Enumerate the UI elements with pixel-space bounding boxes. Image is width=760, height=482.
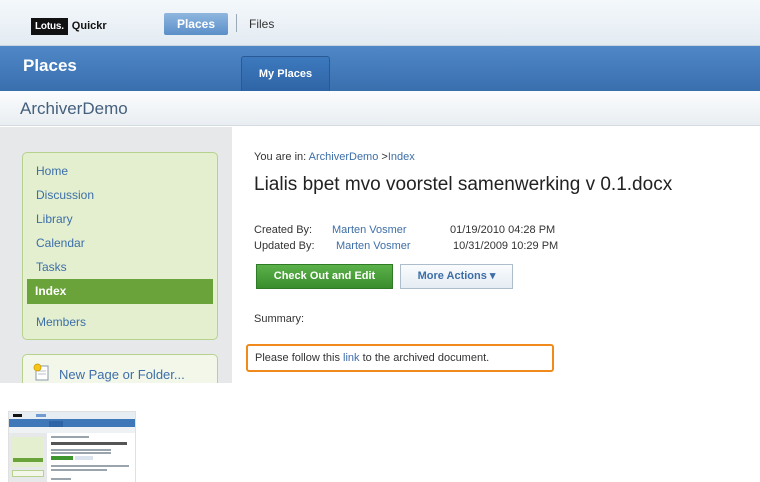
thumb-tab — [36, 414, 46, 417]
tab-my-places[interactable]: My Places — [241, 56, 330, 91]
main-content: You are in: ArchiverDemo >Index Lialis b… — [232, 127, 760, 383]
updated-by-label: Updated By: — [254, 240, 315, 252]
thumb-nav-active — [13, 458, 43, 462]
sidebar-item-tasks[interactable]: Tasks — [36, 260, 67, 274]
page-thumbnail — [8, 411, 136, 482]
notice-text-before: Please follow this — [255, 352, 344, 364]
notice-text: Please follow this link to the archived … — [255, 352, 489, 364]
new-page-icon — [33, 363, 49, 381]
notice-text-after: to the archived document. — [359, 352, 490, 364]
new-page-label: New Page or Folder... — [59, 367, 185, 382]
thumb-summary — [51, 478, 71, 480]
document-title: Lialis bpet mvo voorstel samenwerking v … — [254, 174, 673, 195]
places-band-title: Places — [23, 56, 77, 75]
breadcrumb-place-link[interactable]: ArchiverDemo — [309, 151, 379, 163]
sidebar-item-calendar[interactable]: Calendar — [36, 236, 85, 250]
check-out-and-edit-button[interactable]: Check Out and Edit — [256, 264, 393, 289]
logo-brand: Lotus. — [31, 17, 68, 35]
sidebar: Home Discussion Library Calendar Tasks I… — [0, 127, 232, 383]
breadcrumb: You are in: ArchiverDemo >Index — [254, 151, 415, 163]
archived-document-link[interactable]: link — [343, 352, 360, 364]
created-date: 01/19/2010 04:28 PM — [450, 224, 556, 236]
thumb-text-1 — [51, 465, 129, 467]
thumb-top-bar — [9, 412, 135, 419]
sidebar-item-home[interactable]: Home — [36, 164, 68, 178]
tab-places[interactable]: Places — [164, 13, 228, 35]
breadcrumb-index-link[interactable]: Index — [388, 151, 415, 163]
updated-by-user-link[interactable]: Marten Vosmer — [336, 240, 411, 252]
thumb-new-page — [12, 470, 44, 477]
new-page-or-folder-button[interactable]: New Page or Folder... — [22, 354, 218, 383]
quickr-screenshot: Lotus. Quickr Places Files Places My Pla… — [0, 0, 760, 383]
archived-document-notice: Please follow this link to the archived … — [246, 344, 554, 372]
sidebar-item-index[interactable]: Index — [27, 279, 213, 304]
thumb-more-actions — [75, 456, 93, 460]
place-header: ArchiverDemo — [0, 91, 760, 126]
tab-divider — [236, 14, 237, 32]
created-by-user-link[interactable]: Marten Vosmer — [332, 224, 407, 236]
thumb-checkout — [51, 456, 73, 460]
logo-product: Quickr — [71, 20, 107, 32]
breadcrumb-separator: > — [378, 151, 388, 163]
summary-label: Summary: — [254, 313, 305, 325]
updated-date: 10/31/2009 10:29 PM — [453, 240, 559, 252]
sidebar-item-members[interactable]: Members — [36, 315, 86, 329]
thumb-places-band — [9, 419, 135, 427]
sidebar-item-library[interactable]: Library — [36, 212, 73, 226]
place-title[interactable]: ArchiverDemo — [20, 99, 128, 119]
thumb-breadcrumb — [51, 436, 89, 438]
thumb-updated — [51, 452, 111, 454]
thumb-navigation — [12, 437, 44, 467]
tab-files[interactable]: Files — [249, 13, 274, 35]
created-by-label: Created By: — [254, 224, 313, 236]
breadcrumb-prefix: You are in: — [254, 151, 307, 163]
more-actions-button[interactable]: More Actions ▾ — [400, 264, 513, 289]
sidebar-item-discussion[interactable]: Discussion — [36, 188, 94, 202]
thumb-title — [51, 442, 127, 445]
sidebar-item-index-label: Index — [35, 284, 67, 298]
lotus-quickr-logo: Lotus. Quickr — [31, 16, 107, 36]
place-navigation: Home Discussion Library Calendar Tasks I… — [22, 152, 218, 340]
thumb-logo — [13, 414, 22, 417]
thumb-created — [51, 449, 111, 451]
places-band: Places My Places — [0, 46, 760, 91]
thumb-text-2 — [51, 469, 107, 471]
top-bar: Lotus. Quickr Places Files — [0, 0, 760, 46]
